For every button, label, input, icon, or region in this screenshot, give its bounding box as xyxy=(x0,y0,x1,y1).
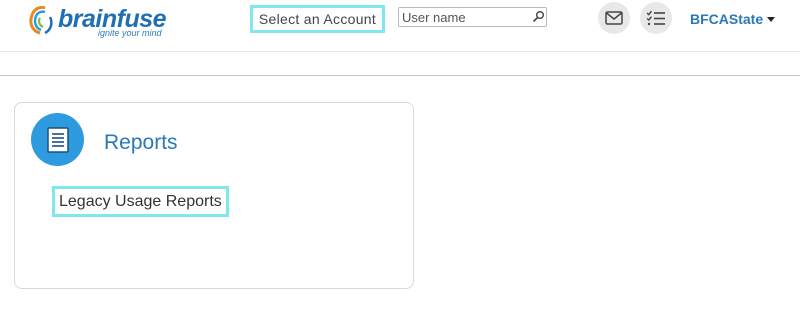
username-field[interactable] xyxy=(398,7,547,27)
reports-card: Reports Legacy Usage Reports xyxy=(14,102,414,289)
checklist-icon xyxy=(646,10,665,26)
legacy-usage-reports-link[interactable]: Legacy Usage Reports xyxy=(52,186,229,217)
logo-tagline: ignite your mind xyxy=(98,28,162,38)
search-icon[interactable] xyxy=(532,10,545,23)
card-title: Reports xyxy=(104,131,178,154)
divider xyxy=(0,75,800,76)
user-menu-label: BFCAState xyxy=(690,11,764,27)
user-menu[interactable]: BFCAState xyxy=(690,11,776,27)
messages-button[interactable] xyxy=(598,2,630,34)
document-icon xyxy=(31,113,84,166)
username-input[interactable] xyxy=(399,8,527,26)
tasks-button[interactable] xyxy=(640,2,672,34)
brainfuse-logo[interactable]: brainfuse ignite your mind xyxy=(26,3,176,43)
logo-mark-icon xyxy=(29,5,53,35)
top-header: brainfuse ignite your mind Select an Acc… xyxy=(0,0,800,52)
caret-down-icon xyxy=(767,16,776,22)
envelope-icon xyxy=(605,11,623,25)
account-select[interactable]: Select an Account xyxy=(250,5,385,33)
